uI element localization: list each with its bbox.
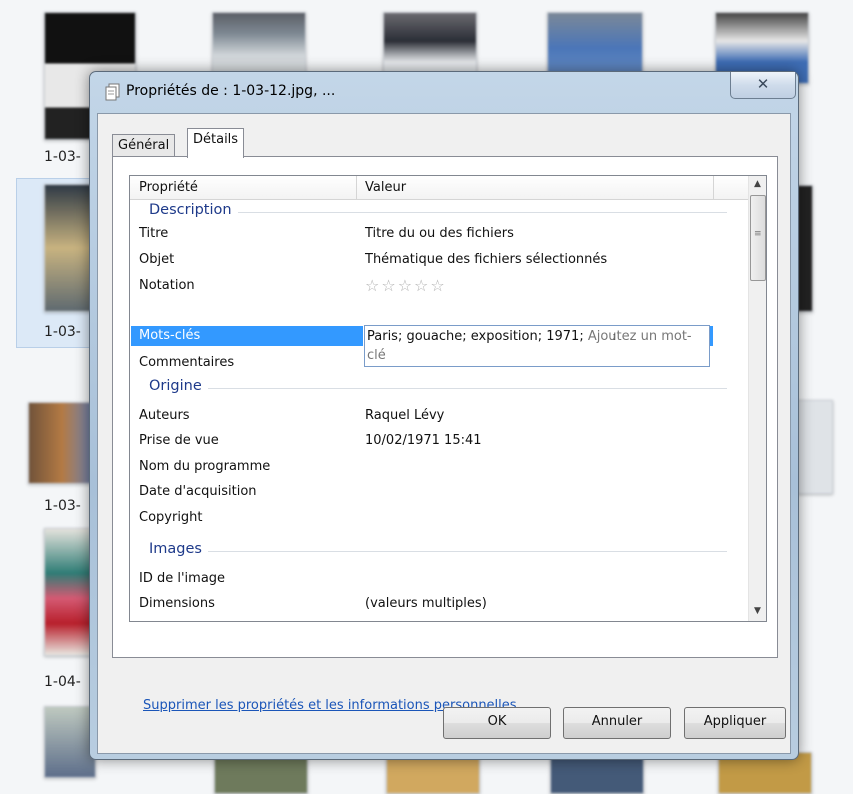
property-row-rating[interactable]: Notation ☆☆☆☆☆	[130, 276, 730, 295]
apply-button[interactable]: Appliquer	[684, 707, 786, 739]
property-row-date-acquired[interactable]: Date d'acquisition	[130, 482, 730, 501]
thumbnail-label: 1-03-	[44, 324, 81, 340]
group-title: Origine	[149, 378, 208, 394]
tab-details[interactable]: Détails	[187, 128, 245, 158]
details-tab-panel: Propriété Valeur Description Titre Titre…	[112, 156, 778, 713]
thumbnail[interactable]	[28, 402, 96, 484]
property-list[interactable]: Propriété Valeur Description Titre Titre…	[129, 175, 767, 622]
text-cursor-icon	[613, 334, 615, 340]
group-title: Description	[149, 202, 238, 218]
ok-button[interactable]: OK	[443, 707, 551, 739]
property-row-title[interactable]: Titre Titre du ou des fichiers	[130, 224, 730, 243]
property-row-subject[interactable]: Objet Thématique des fichiers sélectionn…	[130, 250, 730, 269]
column-header-property[interactable]: Propriété	[139, 180, 198, 195]
thumbnail-label: 1-03-	[44, 149, 81, 165]
vertical-scrollbar[interactable]: ▲ ≡ ▼	[748, 176, 766, 621]
file-properties-icon	[105, 83, 120, 101]
close-button[interactable]: ✕	[730, 72, 796, 99]
column-divider[interactable]	[713, 176, 714, 199]
grip-icon: ≡	[754, 229, 762, 239]
close-icon: ✕	[756, 75, 770, 93]
thumbnail[interactable]	[797, 400, 833, 494]
property-row-dimensions[interactable]: Dimensions (valeurs multiples)	[130, 594, 730, 613]
cancel-button[interactable]: Annuler	[563, 707, 671, 739]
group-header-images: Images	[130, 541, 730, 561]
scrollbar-thumb[interactable]: ≡	[750, 195, 766, 281]
property-row-program-name[interactable]: Nom du programme	[130, 457, 730, 476]
list-header: Propriété Valeur	[130, 176, 748, 200]
keywords-value: Paris; gouache; exposition; 1971;	[367, 329, 584, 344]
dialog-title: Propriétés de : 1-03-12.jpg, ...	[126, 83, 336, 99]
keywords-input[interactable]: Paris; gouache; exposition; 1971; Ajoute…	[364, 325, 710, 367]
thumbnail[interactable]	[797, 185, 813, 312]
group-title: Images	[149, 541, 208, 557]
thumbnail-label: 1-03-	[44, 498, 81, 514]
property-row-date-taken[interactable]: Prise de vue 10/02/1971 15:41	[130, 431, 730, 450]
dialog-body: Général Détails Propriété Valeur Descrip…	[97, 113, 791, 754]
group-header-origin: Origine	[130, 378, 730, 398]
properties-dialog: Propriétés de : 1-03-12.jpg, ... ✕ Génér…	[89, 71, 799, 760]
column-divider[interactable]	[356, 176, 357, 199]
group-header-description: Description	[130, 202, 730, 222]
property-row-copyright[interactable]: Copyright	[130, 508, 730, 527]
scroll-down-arrow-icon[interactable]: ▼	[749, 603, 766, 620]
thumbnail-label: 1-04-	[44, 674, 81, 690]
property-row-image-id[interactable]: ID de l'image	[130, 569, 730, 588]
rating-stars-icon[interactable]: ☆☆☆☆☆	[365, 276, 447, 295]
property-row-authors[interactable]: Auteurs Raquel Lévy	[130, 406, 730, 425]
tab-general[interactable]: Général	[112, 134, 176, 157]
dialog-titlebar[interactable]: Propriétés de : 1-03-12.jpg, ... ✕	[90, 72, 798, 112]
scroll-up-arrow-icon[interactable]: ▲	[749, 176, 766, 193]
column-header-value[interactable]: Valeur	[365, 180, 406, 195]
